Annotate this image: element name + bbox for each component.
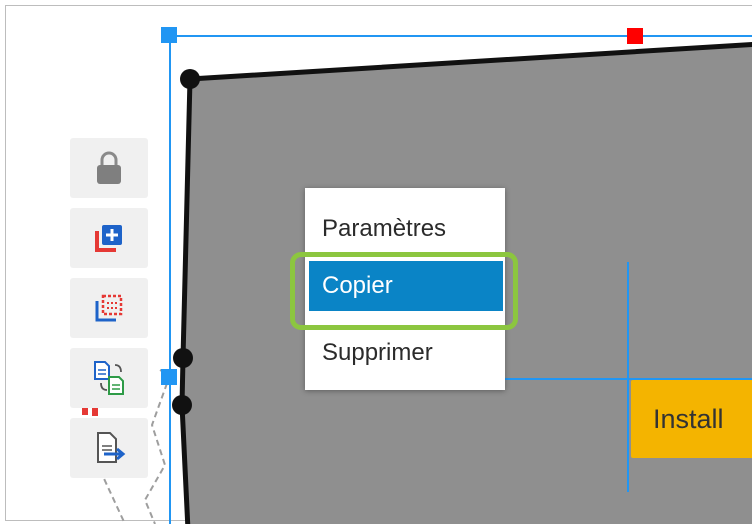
copy-highlight-outline xyxy=(290,252,518,330)
vertex-point[interactable] xyxy=(172,395,192,415)
export-document-button[interactable] xyxy=(70,418,148,478)
menu-item-settings[interactable]: Paramètres xyxy=(305,202,505,256)
dashed-leader-line xyxy=(99,469,126,524)
swap-document-icon xyxy=(94,361,124,395)
add-copy-button[interactable] xyxy=(70,208,148,268)
resize-handle[interactable] xyxy=(161,27,177,43)
shape-label-tag[interactable]: Install xyxy=(631,380,752,458)
rotation-handle[interactable] xyxy=(627,28,643,44)
swap-document-button[interactable] xyxy=(70,348,148,408)
export-document-icon xyxy=(97,432,126,463)
lock-icon xyxy=(97,151,121,184)
dashed-leader-line xyxy=(143,369,172,524)
select-copy-button[interactable] xyxy=(70,278,148,338)
add-copy-icon xyxy=(95,225,122,252)
marker-red xyxy=(92,408,98,416)
resize-handle[interactable] xyxy=(161,369,177,385)
menu-item-delete[interactable]: Supprimer xyxy=(305,326,505,380)
vertex-point[interactable] xyxy=(173,348,193,368)
select-copy-icon xyxy=(95,294,123,322)
lock-button[interactable] xyxy=(70,138,148,198)
vertex-point[interactable] xyxy=(180,69,200,89)
